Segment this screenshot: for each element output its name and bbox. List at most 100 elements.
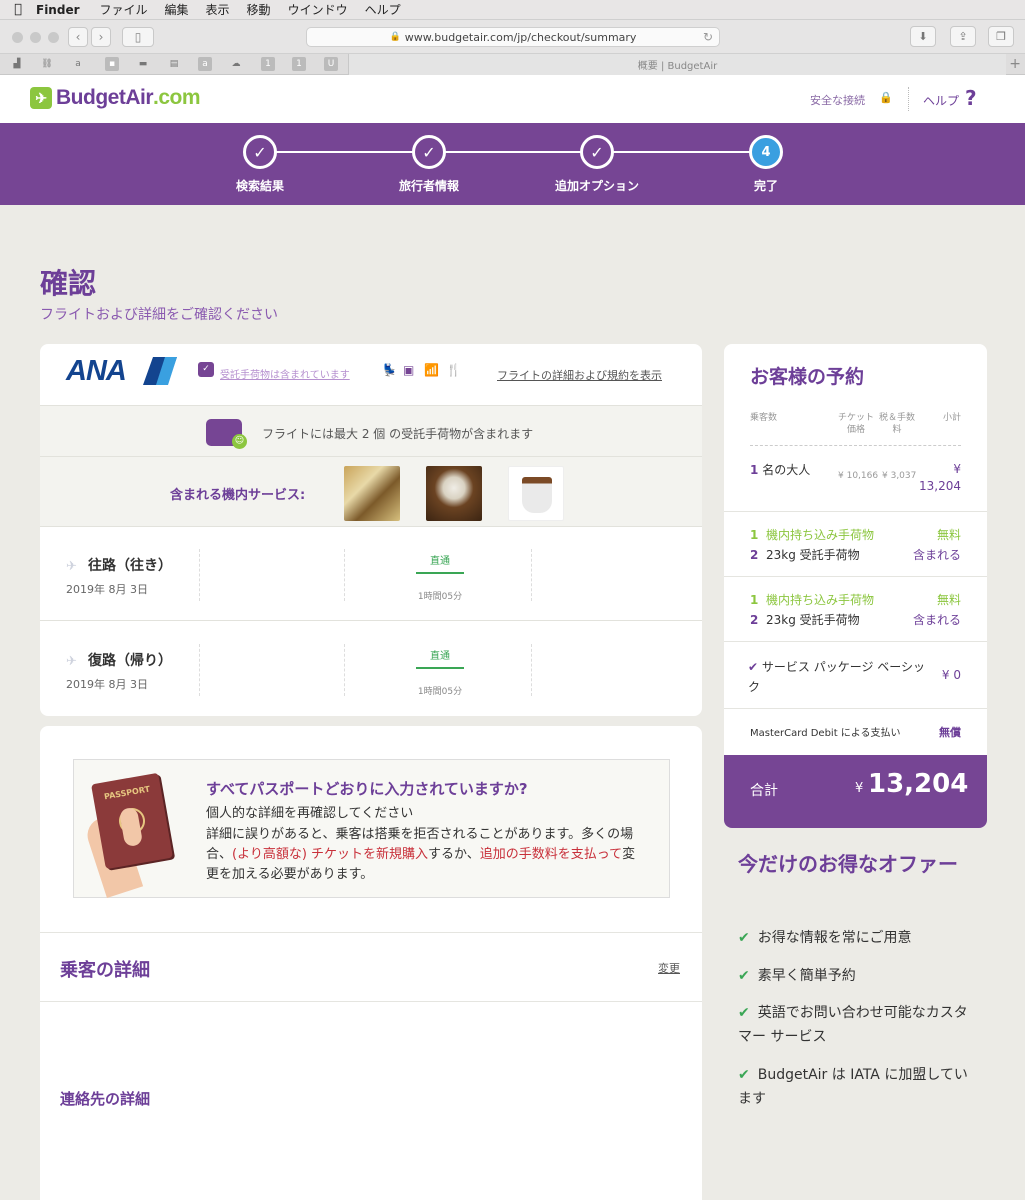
chevron-left-icon: ‹ [75,30,81,44]
close-window-button[interactable] [12,32,23,43]
booking-title: お客様の予約 [750,366,865,388]
return-leg[interactable]: ✈ 復路（帰り） 2019年 8月 3日 直通 1時間05分 [40,622,702,716]
bookmark-cloud-icon[interactable]: ☁ [229,57,243,71]
divider [344,549,345,601]
ana-stripe-logo [143,357,177,385]
notice-warning-text: 追加の手数料を支払って [479,847,623,862]
bookmark-link-icon[interactable]: ⛓ [40,57,54,71]
menu-window[interactable]: ウインドウ [288,1,348,18]
new-tab-icon[interactable]: + [1009,56,1021,72]
help-link[interactable]: ヘルプ [923,92,959,109]
bookmark-amazon-2-icon[interactable]: a [198,57,212,71]
plane-icon: ✈ [66,654,77,669]
offer-item: ✔ 英語でお問い合わせ可能なカスタマー サービス [738,1001,978,1049]
bookmark-1b-icon[interactable]: 1 [292,57,306,71]
menu-help[interactable]: ヘルプ [365,1,401,18]
change-passenger-link[interactable]: 変更 [658,960,680,976]
step-3-check-icon: ✓ [580,135,614,169]
subtotal-currency: ¥ [953,462,961,476]
offers-title: 今だけのお得なオファー [738,852,958,876]
menu-file[interactable]: ファイル [100,1,148,18]
menu-view[interactable]: 表示 [206,1,230,18]
apple-menu-icon[interactable]:  [0,2,36,17]
minimize-window-button[interactable] [30,32,41,43]
divider [724,576,987,577]
divider [724,708,987,709]
menu-go[interactable]: 移動 [247,1,271,18]
bag-value: 含まれる [912,548,961,562]
tabs-overview-button[interactable]: ❐ [988,26,1014,47]
divider [531,549,532,601]
return-title: 復路（帰り） [88,653,172,669]
divider [344,644,345,696]
downloads-button[interactable]: ⬇ [910,26,936,47]
offer-text: 英語でお問い合わせ可能なカスタマー サービス [738,1005,968,1045]
offer-text: 素早く簡単予約 [757,968,856,984]
sidebar-toggle-button[interactable]: ▯ [122,27,154,47]
notice-warning-text: (より高額な) チケットを新規購入 [232,847,429,862]
forward-button[interactable]: › [91,27,111,47]
total-currency: ¥ [855,781,864,796]
bookmark-tray-icon[interactable]: ▬ [136,57,150,71]
passenger-section-card: PASSPORT すべてパスポートどおりに入力されていますか? 個人的な詳細を再… [40,726,702,1200]
route-line [416,667,464,669]
outbound-date: 2019年 8月 3日 [66,583,148,596]
bag-label: 機内持ち込み手荷物 [766,528,875,542]
lock-icon: 🔒 [879,91,893,104]
baggage-included-link[interactable]: 受託手荷物は含まれています [220,366,350,381]
bookmark-doc-icon[interactable]: ▤ [167,57,181,71]
tab-title: 概要 | BudgetAir [637,61,718,72]
active-tab[interactable]: 概要 | BudgetAir [348,54,1006,75]
check-icon: ✔ [738,1067,750,1083]
outbound-leg[interactable]: ✈ 往路（往き） 2019年 8月 3日 直通 1時間05分 [40,527,702,621]
check-icon: ✔ [748,660,759,674]
service-package: ✔ サービス パッケージ ベーシック [748,657,928,697]
url-text: www.budgetair.com/jp/checkout/summary [404,30,637,44]
bookmark-1-icon[interactable]: 1 [261,57,275,71]
divider [724,511,987,512]
sidebar-icon: ▯ [134,30,142,44]
passport-notice: PASSPORT すべてパスポートどおりに入力されていますか? 個人的な詳細を再… [73,759,670,898]
header-divider [908,87,909,111]
zoom-window-button[interactable] [48,32,59,43]
bag-count: 2 [750,613,759,627]
back-button[interactable]: ‹ [68,27,88,47]
col-subtotal: 小計 [942,413,961,423]
menu-edit[interactable]: 編集 [165,1,189,18]
plane-logo-icon: ✈ [30,87,52,109]
bookmark-u-icon[interactable]: U [324,57,338,71]
bookmark-box-icon[interactable]: ▪ [105,57,119,71]
bookmark-amazon-icon[interactable]: a [71,57,85,71]
bag-row: 2 23kg 受託手荷物 [750,611,860,628]
step-label-options[interactable]: 追加オプション [537,177,657,194]
tax-amount: ¥ 3,037 [882,471,917,481]
reload-icon[interactable]: ↻ [703,30,713,44]
bookmark-signal-icon[interactable]: ▟ [10,57,24,71]
logo-text: BudgetAir [56,86,154,109]
step-label-search[interactable]: 検索結果 [200,177,320,194]
passport-notice-body: 詳細に誤りがあると、乗客は搭乗を拒否されることがあります。多くの場合、(より高額… [206,825,646,885]
payment-value: 無償 [939,726,961,739]
return-stops: 直通 [430,651,450,662]
chevron-right-icon: › [98,30,104,44]
contact-details-title: 連絡先の詳細 [60,1090,151,1108]
step-label-traveler[interactable]: 旅行者情報 [369,177,489,194]
address-bar[interactable]: 🔒 www.budgetair.com/jp/checkout/summary … [306,27,720,47]
browser-toolbar: ‹ › ▯ 🔒 www.budgetair.com/jp/checkout/su… [0,20,1025,54]
step-2-check-icon: ✓ [412,135,446,169]
subtotal-value: 13,204 [919,479,961,493]
smile-icon: ☺ [232,434,247,449]
section-divider [40,932,702,933]
help-question-icon[interactable]: ? [965,86,977,110]
outbound-title: 往路（往き） [88,558,172,574]
flight-details-link[interactable]: フライトの詳細および規約を表示 [497,367,662,383]
entertainment-icon: ▣ [403,363,415,377]
cup-shape [522,477,552,513]
budgetair-logo[interactable]: ✈ BudgetAir .com [30,86,201,110]
menu-app-finder[interactable]: Finder [36,3,80,17]
ana-logo: ANA [66,355,127,387]
divider [199,644,200,696]
divider [199,549,200,601]
page-subtitle: フライトおよび詳細をご確認ください [40,307,278,323]
share-button[interactable]: ⇪ [950,26,976,47]
